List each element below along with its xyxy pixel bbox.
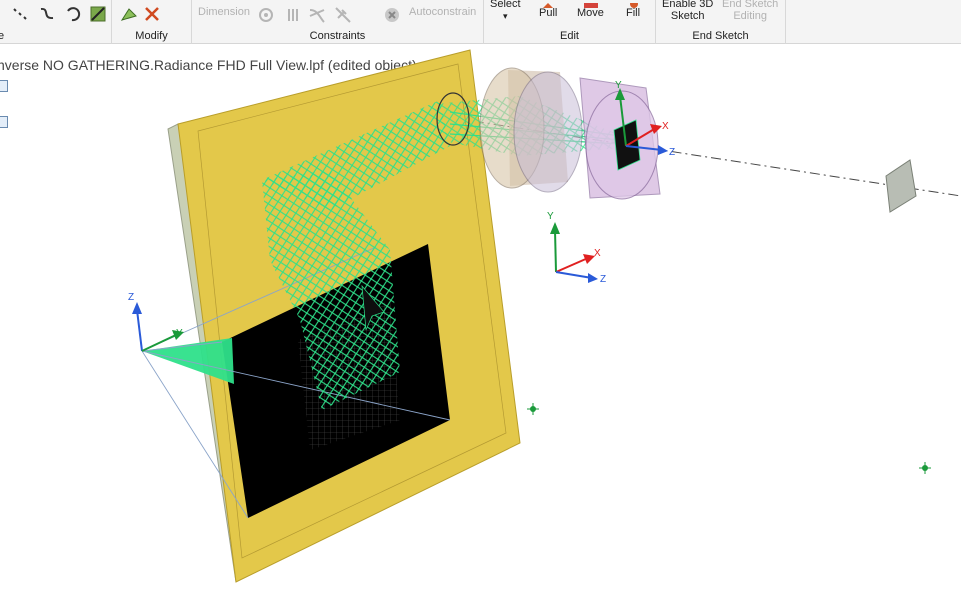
select-label: Select xyxy=(490,0,521,10)
offset-curve-icon[interactable] xyxy=(120,6,138,27)
axis-label-y: Y xyxy=(615,80,622,91)
ribbon-toolbar: e Modify Dimension Autoconstrain Constra… xyxy=(0,0,961,44)
axis-label-z: Z xyxy=(669,147,675,158)
delete-constraint-icon[interactable] xyxy=(384,7,400,28)
spline-icon[interactable] xyxy=(38,6,56,27)
axis-triad-middle: Y X Z xyxy=(547,211,606,285)
perpendicular-icon[interactable] xyxy=(334,6,352,29)
enable-3d-sketch-button[interactable]: Enable 3D Sketch xyxy=(662,0,713,22)
ribbon-group-constraints: Dimension Autoconstrain Constraints xyxy=(192,0,484,44)
ribbon-group-label: e xyxy=(0,30,5,42)
axis-label-z: Z xyxy=(600,274,606,285)
axis-label-z: Z xyxy=(128,292,134,303)
anchor-point-icon[interactable] xyxy=(919,462,931,474)
tangent-icon[interactable] xyxy=(308,6,326,29)
ribbon-group-end-sketch: Enable 3D Sketch End Sketch Editing End … xyxy=(656,0,786,44)
axis-label-y: Y xyxy=(547,211,554,222)
axis-label-x: X xyxy=(662,121,669,132)
coincident-icon[interactable] xyxy=(258,7,274,28)
ribbon-group-label: Constraints xyxy=(309,30,366,42)
parallel-icon[interactable] xyxy=(284,7,300,28)
ribbon-group-sketch: e xyxy=(0,0,112,44)
ribbon-group-edit: Select ▾ Pull Move Fill Edit xyxy=(484,0,656,44)
ribbon-group-label: Edit xyxy=(560,30,579,42)
lens-element-2 xyxy=(513,71,583,193)
trim-line-icon[interactable] xyxy=(89,5,107,28)
enable-3d-line2: Sketch xyxy=(670,10,705,22)
cross-trim-icon[interactable] xyxy=(144,6,160,27)
axis-label-y: Y xyxy=(176,328,183,339)
dimension-button[interactable]: Dimension xyxy=(198,6,250,18)
move-button[interactable]: Move xyxy=(577,7,604,19)
ribbon-group-modify: Modify xyxy=(112,0,192,44)
enable-3d-line1: Enable 3D xyxy=(662,0,714,10)
pull-button[interactable]: Pull xyxy=(539,7,557,19)
chevron-down-icon: ▾ xyxy=(503,11,508,21)
anchor-point-icon[interactable] xyxy=(527,403,539,415)
arc-icon[interactable] xyxy=(64,5,82,28)
axis-label-x: X xyxy=(594,248,601,259)
end-sketch-editing-button[interactable]: End Sketch Editing xyxy=(722,0,778,22)
end-edit-line1: End Sketch xyxy=(722,0,779,10)
ribbon-group-label: End Sketch xyxy=(692,30,749,42)
autoconstrain-button[interactable]: Autoconstrain xyxy=(409,6,476,18)
axis-triad-left: Z Y xyxy=(128,292,184,352)
select-button[interactable]: Select ▾ xyxy=(490,0,521,22)
dotted-line-icon[interactable] xyxy=(12,6,30,27)
target-plane[interactable] xyxy=(885,159,917,213)
end-edit-line2: Editing xyxy=(733,10,767,22)
3d-viewport[interactable]: nverse NO GATHERING.Radiance FHD Full Vi… xyxy=(0,45,961,608)
fill-button[interactable]: Fill xyxy=(626,7,640,19)
ribbon-group-label: Modify xyxy=(135,30,168,42)
scene-canvas: Z Y Y X Z Y X Z xyxy=(128,49,961,583)
